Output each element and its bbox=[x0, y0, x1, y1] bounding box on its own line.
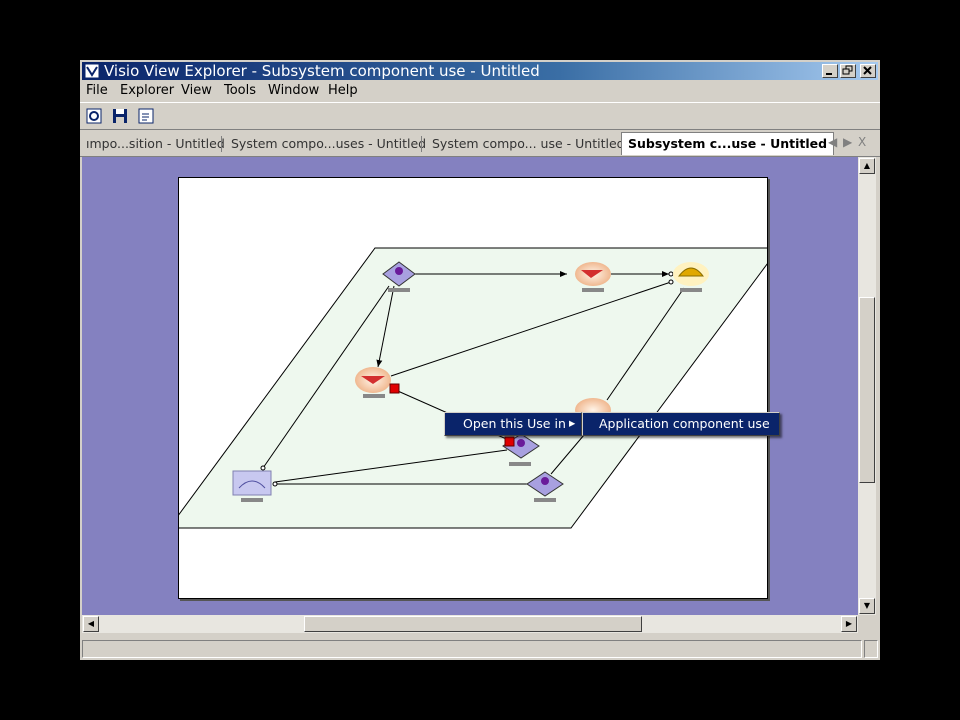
vertical-scroll-thumb[interactable] bbox=[859, 297, 875, 483]
status-panel-grip bbox=[864, 640, 878, 658]
tab-scroll-left-button[interactable]: ◀ bbox=[828, 135, 837, 149]
close-button[interactable] bbox=[860, 64, 876, 78]
explorer-button[interactable] bbox=[84, 106, 104, 126]
menu-file[interactable]: File bbox=[86, 83, 108, 98]
window-title: Visio View Explorer - Subsystem componen… bbox=[104, 62, 540, 80]
horizontal-scroll-thumb[interactable] bbox=[304, 616, 642, 632]
menu-window[interactable]: Window bbox=[268, 83, 319, 98]
context-submenu: Application component use bbox=[582, 412, 780, 436]
refresh-icon bbox=[138, 108, 154, 124]
open-use-in-item[interactable]: Open this Use in bbox=[463, 416, 566, 431]
tab-system-component-use[interactable]: System compo... use - Untitled bbox=[432, 136, 625, 151]
scroll-right-button[interactable]: ▶ bbox=[841, 616, 857, 632]
explorer-icon bbox=[86, 108, 102, 124]
refresh-button[interactable] bbox=[136, 106, 156, 126]
scroll-left-button[interactable]: ◀ bbox=[83, 616, 99, 632]
main-window: Visio View Explorer - Subsystem componen… bbox=[80, 60, 880, 660]
restore-icon bbox=[842, 65, 853, 75]
visio-app-icon[interactable] bbox=[84, 63, 100, 79]
save-button[interactable] bbox=[110, 106, 130, 126]
drawing-canvas[interactable] bbox=[82, 157, 858, 615]
tab-subsystem-component-use[interactable]: Subsystem c...use - Untitled bbox=[621, 132, 835, 155]
diagram bbox=[168, 247, 780, 529]
title-bar[interactable]: Visio View Explorer - Subsystem componen… bbox=[82, 62, 878, 80]
scroll-down-button[interactable]: ▼ bbox=[859, 598, 875, 614]
tab-composition[interactable]: ımpo...sition - Untitled bbox=[86, 136, 225, 151]
selection-handle[interactable] bbox=[389, 383, 400, 394]
minimize-button[interactable] bbox=[822, 64, 838, 78]
minimize-icon bbox=[826, 73, 832, 75]
tab-scroll-right-button[interactable]: ▶ bbox=[843, 135, 852, 149]
application-component-use-item[interactable]: Application component use bbox=[599, 416, 770, 431]
tab-close-button[interactable]: X bbox=[858, 135, 866, 149]
menu-tools[interactable]: Tools bbox=[224, 83, 256, 98]
menu-help[interactable]: Help bbox=[328, 83, 358, 98]
status-panel-main bbox=[82, 640, 862, 658]
vertical-scrollbar[interactable]: ▲ ▼ bbox=[858, 157, 876, 615]
close-icon bbox=[863, 66, 872, 75]
selection-handle[interactable] bbox=[504, 436, 515, 447]
tab-separator bbox=[221, 136, 222, 152]
context-menu: Open this Use in ▸ bbox=[444, 412, 582, 436]
document-tabs: ımpo...sition - Untitled System compo...… bbox=[80, 130, 880, 157]
tab-system-component-uses[interactable]: System compo...uses - Untitled bbox=[231, 136, 426, 151]
menu-view[interactable]: View bbox=[181, 83, 212, 98]
save-icon bbox=[113, 109, 127, 123]
subsystem-image-icon bbox=[232, 470, 272, 496]
status-bar bbox=[80, 638, 880, 660]
tab-separator bbox=[421, 136, 422, 152]
horizontal-scrollbar[interactable]: ◀ ▶ bbox=[82, 615, 858, 633]
menu-bar: File Explorer View Tools Window Help bbox=[80, 81, 880, 101]
scroll-up-button[interactable]: ▲ bbox=[859, 158, 875, 174]
menu-explorer[interactable]: Explorer bbox=[120, 83, 174, 98]
drawing-page[interactable] bbox=[168, 177, 780, 599]
restore-button[interactable] bbox=[840, 64, 856, 78]
toolbar bbox=[80, 102, 880, 130]
submenu-arrow-icon: ▸ bbox=[569, 415, 576, 430]
